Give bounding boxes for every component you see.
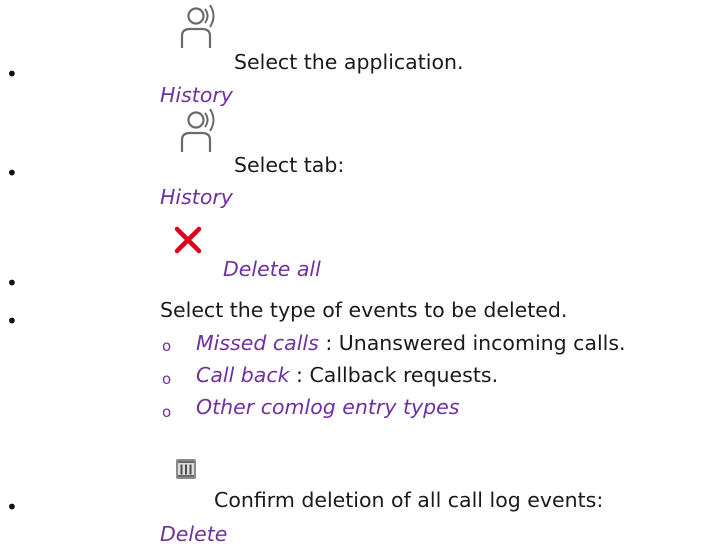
step-text: Select tab: [234, 153, 345, 177]
bullet: • [6, 62, 18, 86]
call-back-label: Call back [196, 363, 290, 387]
bullet: • [6, 495, 18, 519]
tab-name-history: History [160, 185, 233, 209]
step-text: Select the type of events to be deleted. [160, 298, 568, 322]
contact-history-icon [174, 104, 226, 160]
sub-bullet: o [162, 370, 172, 388]
sub-bullet: o [162, 337, 172, 355]
missed-calls-desc: : Unanswered incoming calls. [318, 331, 626, 355]
sub-bullet: o [162, 403, 172, 421]
sub-item-other: Other comlog entry types [196, 394, 459, 420]
step-text: Confirm deletion of all call log events: [214, 488, 604, 512]
bullet: • [6, 309, 18, 333]
bullet: • [6, 271, 18, 295]
close-x-icon [173, 225, 203, 259]
trash-icon [175, 458, 197, 484]
step-text: Select the application. [234, 50, 464, 74]
delete-all-label: Delete all [223, 257, 321, 281]
delete-label: Delete [160, 522, 228, 546]
other-entry-types-label: Other comlog entry types [196, 395, 460, 419]
bullet: • [6, 161, 18, 185]
missed-calls-label: Missed calls [196, 331, 319, 355]
sub-item-call-back: Call back : Callback requests. [196, 362, 498, 388]
contact-history-icon [174, 0, 226, 56]
call-back-desc: : Callback requests. [289, 363, 499, 387]
sub-item-missed-calls: Missed calls : Unanswered incoming calls… [196, 330, 626, 356]
